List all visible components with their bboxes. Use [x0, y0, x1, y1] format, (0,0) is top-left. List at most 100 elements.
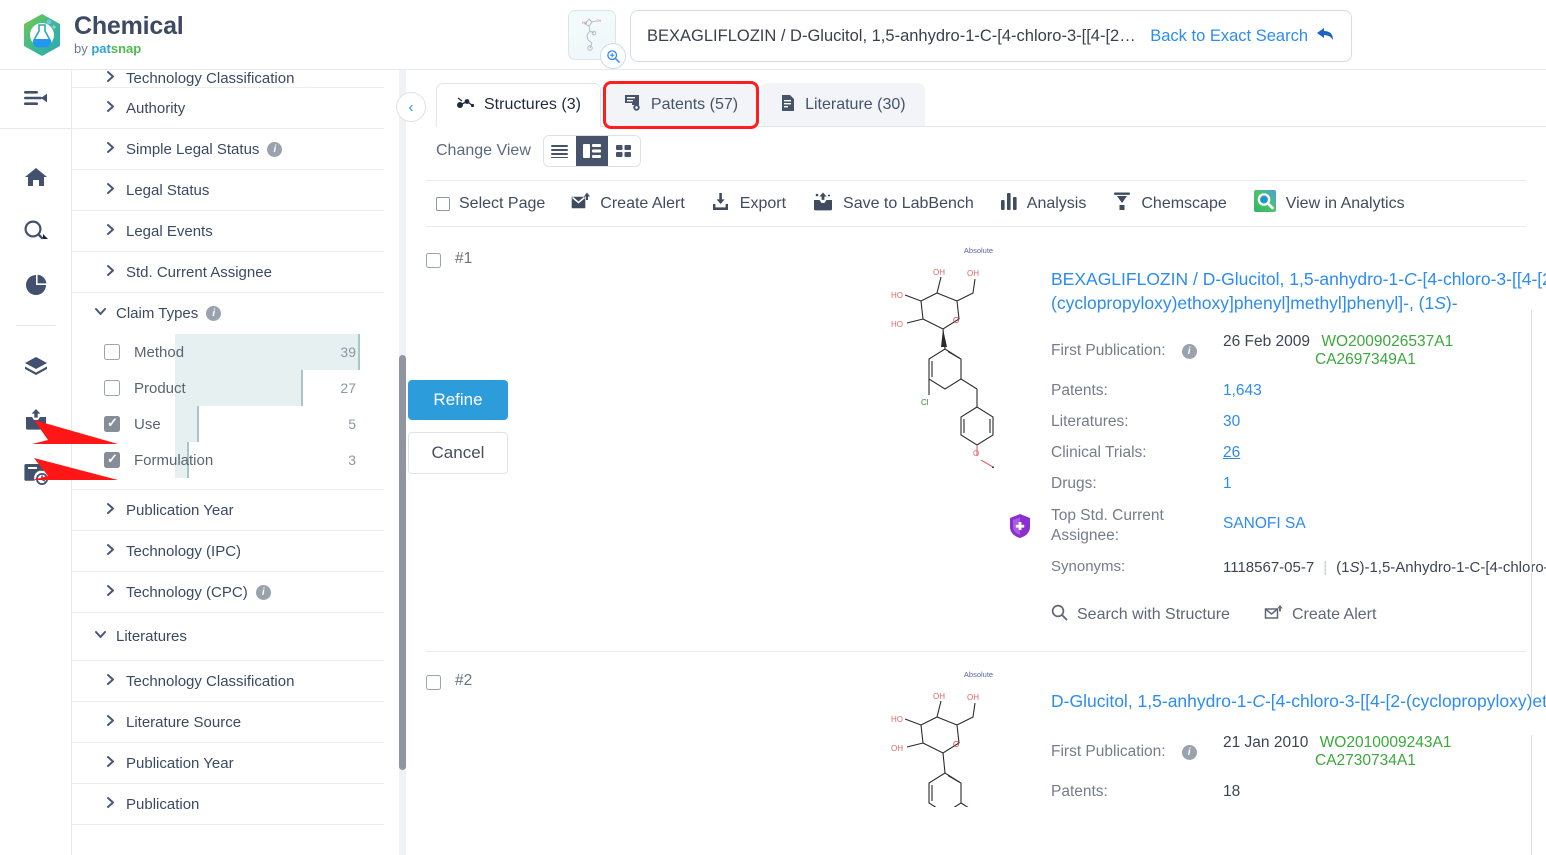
rail-item-history[interactable] — [0, 448, 71, 502]
claim-type-label: Formulation — [134, 451, 214, 469]
synonyms-value: 1118567-05-7 | (1S)-1,5-Anhydro-1-C-[4-c… — [1223, 558, 1546, 576]
results-scrollbar-track-2[interactable] — [1531, 735, 1532, 855]
filter-row-label: Publication Year — [126, 754, 234, 772]
result-item: #2 Absolute HO OH OH OH O D-Glucitol, 1,… — [406, 652, 1546, 814]
filter-row-simple-legal-status[interactable]: Simple Legal Status i — [72, 129, 384, 170]
search-icon — [1051, 604, 1068, 626]
rail-item-labbench[interactable] — [0, 394, 71, 448]
info-icon[interactable]: i — [206, 306, 222, 321]
shield-icon[interactable] — [1008, 513, 1032, 542]
info-icon[interactable]: i — [1181, 744, 1197, 760]
rail-item-search[interactable] — [0, 205, 71, 259]
reply-arrow-icon[interactable] — [1315, 26, 1335, 47]
structure-image[interactable]: Absolute HO HO OH OH O O Cl — [861, 246, 1046, 482]
cancel-button[interactable]: Cancel — [408, 432, 508, 474]
back-to-exact-search-link[interactable]: Back to Exact Search — [1150, 27, 1308, 46]
claim-type-checkbox[interactable] — [104, 380, 120, 396]
rail-item-analytics[interactable] — [0, 259, 71, 313]
claim-type-count: 39 — [340, 344, 356, 360]
rail-item-workspace[interactable] — [0, 340, 71, 394]
info-icon[interactable]: i — [255, 584, 271, 600]
drugs-value: 1 — [1223, 475, 1232, 493]
structure-image[interactable]: Absolute HO OH OH OH O — [861, 670, 1046, 814]
rail-item-home[interactable] — [0, 151, 71, 205]
filter-row-authority[interactable]: Authority — [72, 88, 384, 129]
filter-row-literature-source[interactable]: Literature Source — [72, 702, 384, 743]
svg-text:OH: OH — [596, 19, 602, 23]
claim-type-checkbox[interactable] — [104, 415, 120, 432]
claim-type-checkbox[interactable] — [104, 344, 120, 360]
refine-button[interactable]: Refine — [408, 380, 508, 420]
tab-literature[interactable]: Literature (30) — [761, 83, 925, 127]
create-alert-button[interactable]: Create Alert — [1264, 604, 1376, 626]
toolbar-export[interactable]: Export — [711, 192, 786, 216]
result-title-link[interactable]: BEXAGLIFLOZIN / D-Glucitol, 1,5-anhydro-… — [1051, 268, 1546, 315]
claim-type-checkbox[interactable] — [104, 451, 120, 468]
collapse-filters-button[interactable]: ‹ — [396, 92, 426, 122]
claim-type-count: 27 — [340, 380, 356, 396]
logo-subtitle: by patsnap — [74, 42, 184, 55]
tab-structures[interactable]: Structures (3) — [436, 83, 601, 127]
grid-view-icon[interactable] — [607, 136, 640, 166]
detail-view-icon[interactable] — [575, 136, 608, 166]
inbox-upload-icon — [23, 408, 49, 435]
toolbar-create-alert[interactable]: Create Alert — [571, 192, 685, 215]
search-bar[interactable]: BEXAGLIFLOZIN / D-Glucitol, 1,5-anhydro-… — [630, 10, 1352, 62]
claim-type-row-formulation[interactable]: Formulation 3 — [72, 442, 384, 478]
filter-row-technology-cpc[interactable]: Technology (CPC) i — [72, 572, 384, 613]
filter-group-literatures[interactable]: Literatures — [72, 613, 384, 661]
toolbar-view-in-analytics[interactable]: View in Analytics — [1253, 189, 1405, 218]
toolbar-chemscape[interactable]: Chemscape — [1112, 192, 1227, 216]
synonym-pre: (1 — [1336, 558, 1350, 576]
structure-thumbnail-button[interactable]: HO OH — [568, 10, 626, 69]
first-publication-label-wrap: First Publication: i — [1051, 333, 1223, 369]
info-icon[interactable]: i — [1181, 343, 1197, 359]
claim-type-row-method[interactable]: Method 39 — [72, 334, 384, 370]
filter-row-technology-ipc[interactable]: Technology (IPC) — [72, 531, 384, 572]
filter-row-label: Simple Legal Status — [126, 140, 260, 158]
clinical-trials-count-link[interactable]: 26 — [1223, 444, 1240, 461]
filter-row-legal-status[interactable]: Legal Status — [72, 170, 384, 211]
result-title-link[interactable]: D-Glucitol, 1,5-anhydro-1-C-[4-chloro-3-… — [1051, 690, 1546, 716]
tab-patents[interactable]: Patents (57) — [602, 81, 760, 129]
tab-label: Structures (3) — [484, 96, 581, 113]
publication-number-2[interactable]: CA2730734A1 — [1315, 752, 1452, 770]
publication-date: 26 Feb 2009 — [1223, 333, 1311, 351]
chemical-logo-icon — [22, 13, 62, 57]
synonyms-separator: | — [1323, 558, 1328, 576]
filter-row-publication-year[interactable]: Publication Year — [72, 743, 384, 784]
assignee-link[interactable]: SANOFI SA — [1223, 515, 1306, 532]
checkbox-icon[interactable] — [436, 196, 450, 211]
result-checkbox[interactable] — [426, 253, 441, 268]
filter-group-claim-types[interactable]: Claim Types i — [72, 293, 384, 334]
svg-text:O: O — [953, 740, 959, 749]
literatures-count-link[interactable]: 30 — [1223, 413, 1240, 430]
results-scrollbar-track[interactable] — [1531, 310, 1532, 700]
filter-row-std-current-assignee[interactable]: Std. Current Assignee — [72, 252, 384, 293]
filter-row-publication[interactable]: Publication — [72, 784, 384, 825]
filter-scrollbar-thumb[interactable] — [399, 355, 406, 770]
drugs-count-link[interactable]: 1 — [1223, 475, 1232, 492]
info-icon[interactable]: i — [267, 141, 283, 157]
toolbar-save-to-labbench[interactable]: Save to LabBench — [812, 192, 974, 216]
chevron-right-icon — [104, 141, 126, 158]
search-with-structure-button[interactable]: Search with Structure — [1051, 604, 1230, 626]
publication-number-2[interactable]: CA2697349A1 — [1315, 351, 1453, 369]
result-checkbox[interactable] — [426, 675, 441, 690]
magnifier-plus-icon[interactable] — [600, 43, 626, 69]
toolbar-analysis[interactable]: Analysis — [1000, 192, 1086, 216]
patents-count-link[interactable]: 1,643 — [1223, 382, 1262, 399]
claim-type-row-product[interactable]: Product 27 — [72, 370, 384, 406]
filter-row-legal-events[interactable]: Legal Events — [72, 211, 384, 252]
rail-item-expand[interactable] — [0, 70, 71, 129]
toolbar-select-page[interactable]: Select Page — [436, 195, 545, 213]
brand-logo[interactable]: Chemical by patsnap — [22, 13, 184, 57]
filter-row-technology-classification[interactable]: Technology Classification — [72, 661, 384, 702]
claim-type-row-use[interactable]: Use 5 — [72, 406, 384, 442]
publication-number-1[interactable]: WO2009026537A1 — [1321, 333, 1453, 350]
list-view-icon[interactable] — [543, 136, 576, 166]
filter-row-publication-year[interactable]: Publication Year — [72, 490, 384, 531]
publication-number-1[interactable]: WO2010009243A1 — [1320, 734, 1452, 751]
search-input[interactable]: BEXAGLIFLOZIN / D-Glucitol, 1,5-anhydro-… — [647, 27, 1140, 46]
filter-row-technology-classification[interactable]: Technology Classification — [72, 70, 384, 88]
